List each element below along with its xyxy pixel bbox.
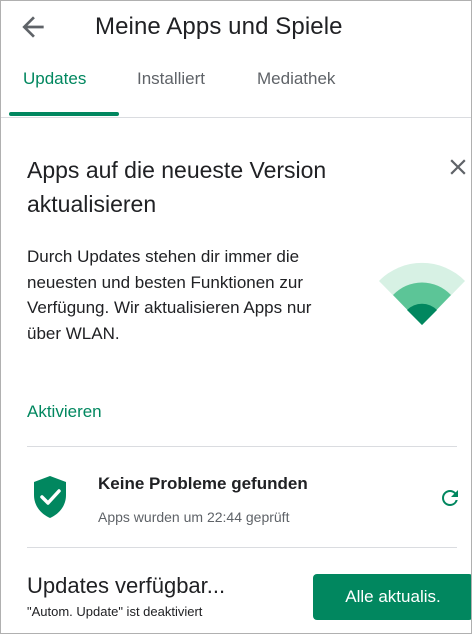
tab-bar: Updates Installiert Mediathek: [1, 53, 471, 117]
arrow-back-icon[interactable]: [17, 11, 49, 43]
tabs-divider: [1, 117, 471, 118]
divider: [27, 547, 457, 548]
card-title: Apps auf die neueste Version aktualisier…: [27, 157, 327, 217]
updates-available-heading: Updates verfügbar...: [27, 573, 226, 598]
tab-updates[interactable]: Updates: [23, 69, 86, 89]
refresh-icon[interactable]: [438, 486, 462, 510]
active-tab-indicator: [9, 112, 119, 116]
shield-check-icon: [34, 476, 66, 518]
update-all-button[interactable]: Alle aktualis.: [313, 574, 471, 620]
page-title: Meine Apps und Spiele: [95, 13, 343, 40]
bottom-band: [1, 621, 471, 633]
status-timestamp: Apps wurden um 22:44 geprüft: [98, 509, 290, 525]
close-icon[interactable]: [445, 154, 471, 180]
tab-installiert[interactable]: Installiert: [137, 69, 205, 89]
activate-link[interactable]: Aktivieren: [27, 402, 102, 422]
wifi-icon: [379, 262, 465, 325]
divider: [27, 446, 457, 447]
app-screen: Meine Apps und Spiele Updates Installier…: [0, 0, 472, 634]
auto-update-status: "Autom. Update" ist deaktiviert: [27, 604, 203, 619]
tab-mediathek[interactable]: Mediathek: [257, 69, 335, 89]
app-bar: Meine Apps und Spiele: [1, 1, 471, 53]
security-status-row: Keine Probleme gefunden Apps wurden um 2…: [1, 458, 471, 538]
card-body-text: Durch Updates stehen dir immer die neues…: [27, 247, 312, 343]
status-title: Keine Probleme gefunden: [98, 474, 308, 493]
